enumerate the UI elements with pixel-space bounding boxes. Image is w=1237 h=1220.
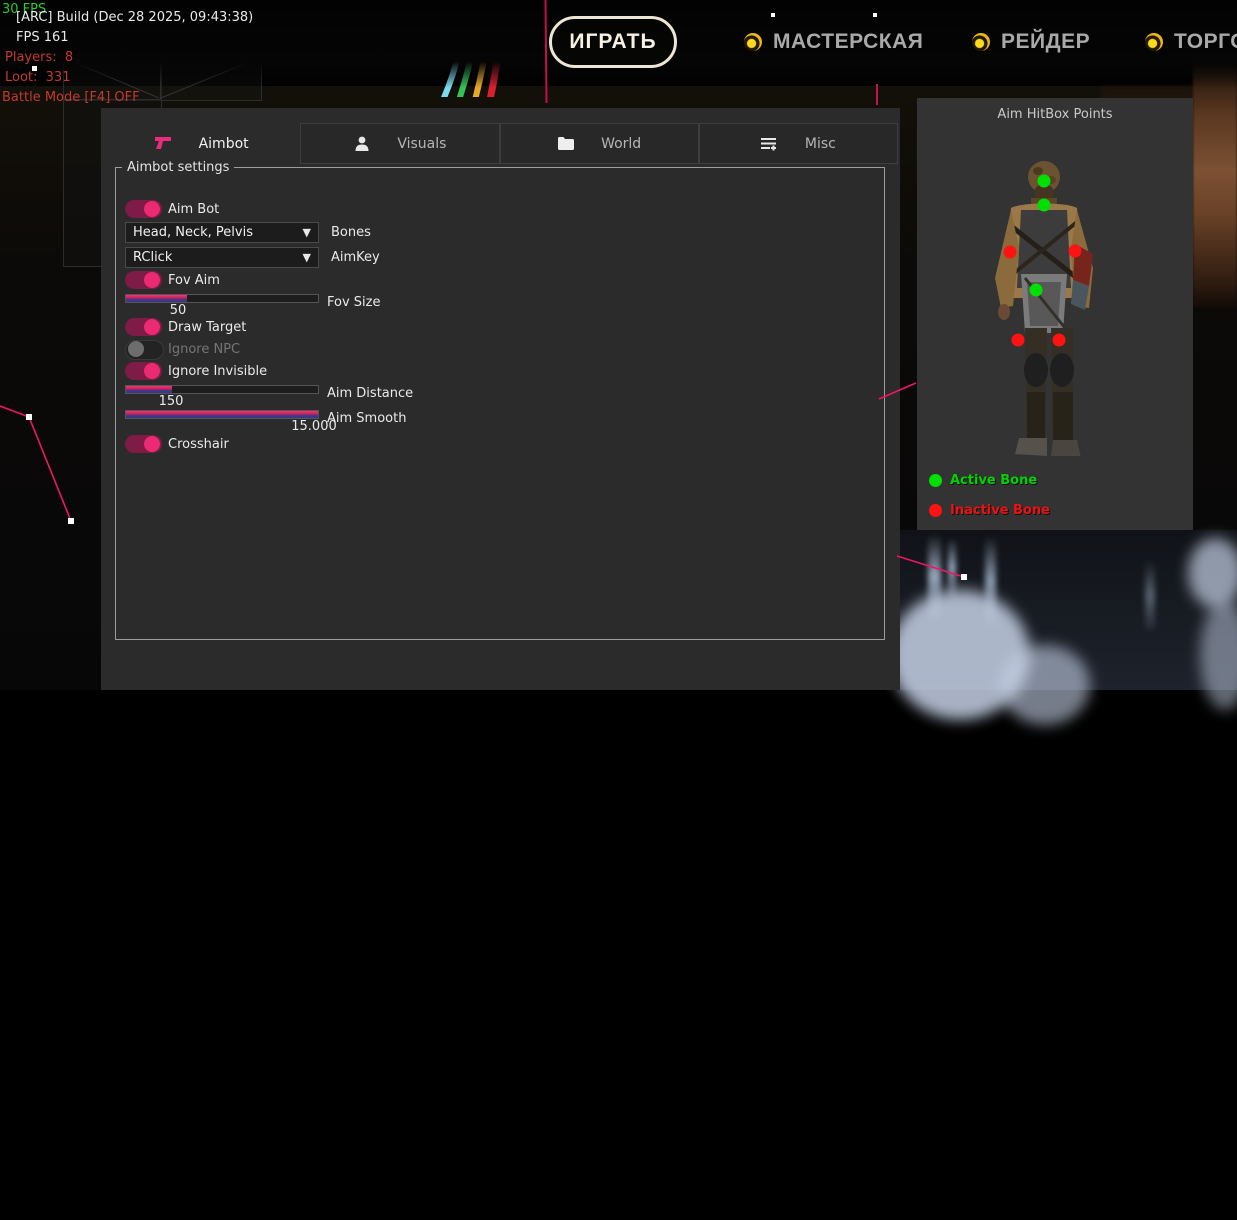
aim-bot-toggle[interactable] <box>125 200 162 218</box>
tab-label: Aimbot <box>199 136 249 152</box>
group-title: Aimbot settings <box>122 160 234 175</box>
slider-fill <box>126 295 187 302</box>
play-button[interactable]: ИГРАТЬ <box>549 16 677 68</box>
aim-distance-value: 150 <box>143 394 199 409</box>
bone-dots-layer <box>917 98 1193 530</box>
cheat-window: Aimbot Visuals World <box>101 108 900 690</box>
coin-icon <box>1145 33 1163 51</box>
fov-aim-toggle[interactable] <box>125 271 162 289</box>
bone-dot-pelvis[interactable] <box>1030 284 1043 297</box>
aim-distance-label: Aim Distance <box>327 386 413 401</box>
bone-dot-head[interactable] <box>1038 175 1051 188</box>
icy-scene <box>900 530 1237 690</box>
tab-label: Visuals <box>397 136 446 152</box>
draw-target-toggle[interactable] <box>125 318 162 336</box>
active-bone-dot-icon <box>929 474 942 487</box>
loot-readout: Loot: 331 <box>5 70 70 85</box>
bone-dot-left-shoulder[interactable] <box>1004 246 1017 259</box>
ignore-invisible-label: Ignore Invisible <box>168 364 267 379</box>
aimkey-dropdown[interactable]: RClick ▼ <box>125 247 319 268</box>
fov-aim-label: Fov Aim <box>168 273 220 288</box>
aimbot-settings-group: Aimbot settings Aim Bot Head, Neck, Pelv… <box>115 160 885 640</box>
fps-readout: FPS 161 <box>16 30 69 45</box>
legend-label: Inactive Bone <box>950 503 1050 518</box>
coin-icon <box>972 33 990 51</box>
bones-label: Bones <box>331 225 371 240</box>
person-icon <box>353 135 371 153</box>
pistol-icon <box>155 135 173 153</box>
build-readout: [ARC] Build (Dec 28 2025, 09:43:38) <box>16 10 253 25</box>
rock-texture <box>1193 58 1237 308</box>
coin-icon <box>744 33 762 51</box>
slider-fill <box>126 411 318 418</box>
bone-dot-neck[interactable] <box>1038 199 1051 212</box>
menu-item-workshop[interactable]: МАСТЕРСКАЯ <box>744 26 923 58</box>
tab-bar: Aimbot Visuals World <box>103 123 898 164</box>
chevron-down-icon: ▼ <box>303 226 311 239</box>
legend-label: Active Bone <box>950 473 1037 488</box>
crosshair-label: Crosshair <box>168 437 229 452</box>
players-readout: Players: 8 <box>5 50 73 65</box>
tab-visuals[interactable]: Visuals <box>300 123 499 164</box>
bones-dropdown-value: Head, Neck, Pelvis <box>133 225 303 240</box>
menu-item-label: ТОРГО <box>1174 30 1237 54</box>
ignore-npc-label: Ignore NPC <box>168 342 240 357</box>
menu-item-raider[interactable]: РЕЙДЕР <box>972 26 1090 58</box>
aim-distance-slider[interactable] <box>125 385 319 394</box>
inactive-bone-dot-icon <box>929 504 942 517</box>
battle-mode-readout: Battle Mode [F4] OFF <box>2 90 140 105</box>
bone-dot-right-shoulder[interactable] <box>1069 245 1082 258</box>
fov-size-label: Fov Size <box>327 295 380 310</box>
menu-item-label: МАСТЕРСКАЯ <box>773 30 923 54</box>
aimkey-label: AimKey <box>331 250 380 265</box>
bone-dot-right-hip[interactable] <box>1053 334 1066 347</box>
legend-active-bone: Active Bone <box>929 473 1037 487</box>
slider-fill <box>126 386 172 393</box>
chevron-down-icon: ▼ <box>303 251 311 264</box>
bone-dot-left-hip[interactable] <box>1012 334 1025 347</box>
ignore-invisible-toggle[interactable] <box>125 362 162 380</box>
legend-inactive-bone: Inactive Bone <box>929 503 1050 517</box>
aim-smooth-label: Aim Smooth <box>327 411 406 426</box>
aim-bot-label: Aim Bot <box>168 202 219 217</box>
folder-icon <box>557 135 575 153</box>
crosshair-toggle[interactable] <box>125 435 162 453</box>
tab-aimbot[interactable]: Aimbot <box>103 123 300 164</box>
tab-label: World <box>601 136 641 152</box>
menu-item-trader[interactable]: ТОРГО <box>1145 26 1237 58</box>
hitbox-panel: Aim HitBox Points Active Bone <box>917 98 1193 530</box>
menu-item-label: РЕЙДЕР <box>1001 30 1090 54</box>
bones-dropdown[interactable]: Head, Neck, Pelvis ▼ <box>125 222 319 243</box>
ignore-npc-toggle[interactable] <box>125 340 164 360</box>
aimkey-dropdown-value: RClick <box>133 250 303 265</box>
tab-world[interactable]: World <box>500 123 699 164</box>
tab-label: Misc <box>805 136 836 152</box>
tab-misc[interactable]: Misc <box>699 123 898 164</box>
aim-smooth-slider[interactable] <box>125 410 319 419</box>
fov-size-value: 50 <box>150 303 206 318</box>
fov-size-slider[interactable] <box>125 294 319 303</box>
filter-icon <box>761 135 779 153</box>
draw-target-label: Draw Target <box>168 320 246 335</box>
